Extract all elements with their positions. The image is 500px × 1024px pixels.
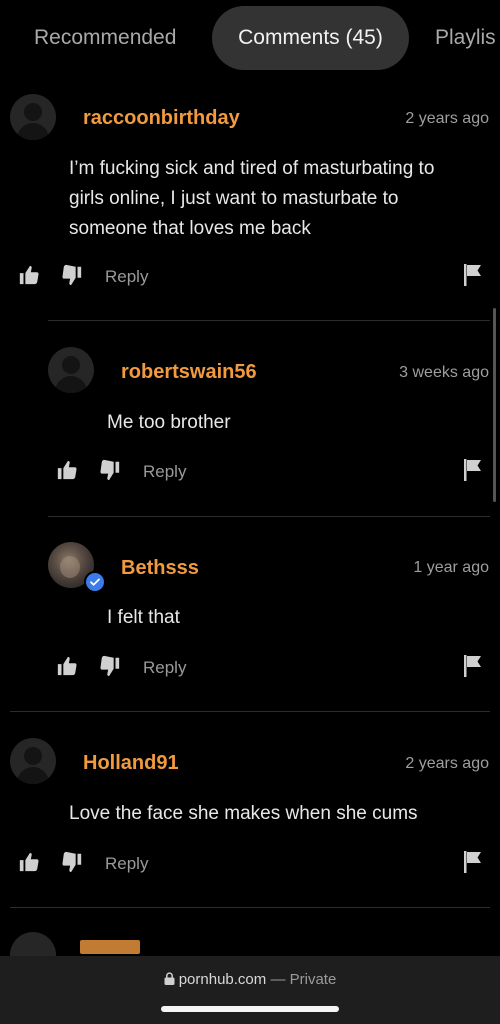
comment-timestamp: 2 years ago — [405, 755, 489, 772]
url-domain: pornhub.com — [178, 971, 267, 988]
comment-username[interactable]: raccoonbirthday — [83, 107, 240, 130]
comment-body: I’m fucking sick and tired of masturbati… — [69, 158, 435, 239]
comment-timestamp: 1 year ago — [413, 559, 489, 576]
default-avatar-icon — [62, 356, 80, 374]
comment-username[interactable]: Holland91 — [83, 752, 179, 775]
comment-body: Me too brother — [107, 412, 231, 433]
lock-icon — [164, 972, 175, 985]
comment-timestamp: 3 weeks ago — [399, 364, 489, 381]
browser-address-bar[interactable]: pornhub.com — Private — [0, 956, 500, 1024]
comment-body: Love the face she makes when she cums — [69, 803, 418, 824]
comment-body: I felt that — [107, 607, 180, 628]
thumbs-up-icon[interactable] — [18, 851, 40, 873]
flag-icon[interactable] — [463, 459, 483, 481]
avatar[interactable] — [10, 94, 56, 140]
url-display[interactable]: pornhub.com — Private — [0, 971, 500, 988]
reply-button[interactable]: Reply — [143, 462, 186, 482]
avatar[interactable] — [10, 738, 56, 784]
thumbs-up-icon[interactable] — [18, 264, 40, 286]
default-avatar-icon — [24, 747, 42, 765]
thumbs-down-icon[interactable] — [99, 655, 121, 677]
tab-bar: Recommended Comments (45) Playlis — [0, 0, 500, 78]
comment-username[interactable]: robertswain56 — [121, 361, 257, 384]
thumbs-down-icon[interactable] — [61, 264, 83, 286]
home-indicator[interactable] — [161, 1006, 339, 1012]
divider — [10, 711, 490, 712]
verified-badge-icon — [84, 571, 106, 593]
comment-username-peek — [80, 940, 140, 954]
comment-username[interactable]: Bethsss — [121, 557, 199, 580]
default-avatar-icon — [24, 103, 42, 121]
comment-actions: Reply — [0, 262, 500, 290]
url-separator: — — [270, 971, 286, 988]
comment-actions: Reply — [0, 849, 500, 877]
scrollbar[interactable] — [493, 308, 496, 502]
divider — [48, 320, 490, 321]
avatar[interactable] — [48, 347, 94, 393]
comment-actions: Reply — [0, 653, 500, 681]
comment-timestamp: 2 years ago — [405, 110, 489, 127]
thumbs-up-icon[interactable] — [56, 459, 78, 481]
divider — [48, 516, 490, 517]
tab-comments[interactable]: Comments (45) — [212, 6, 409, 70]
flag-icon[interactable] — [463, 851, 483, 873]
private-mode-label: Private — [289, 971, 337, 988]
flag-icon[interactable] — [463, 264, 483, 286]
reply-button[interactable]: Reply — [143, 658, 186, 678]
thumbs-up-icon[interactable] — [56, 655, 78, 677]
reply-button[interactable]: Reply — [105, 854, 148, 874]
thumbs-down-icon[interactable] — [99, 459, 121, 481]
thumbs-down-icon[interactable] — [61, 851, 83, 873]
divider — [10, 907, 490, 908]
tab-recommended[interactable]: Recommended — [34, 6, 176, 70]
flag-icon[interactable] — [463, 655, 483, 677]
reply-button[interactable]: Reply — [105, 267, 148, 287]
tab-playlists[interactable]: Playlis — [435, 6, 496, 70]
comment-actions: Reply — [0, 457, 500, 485]
